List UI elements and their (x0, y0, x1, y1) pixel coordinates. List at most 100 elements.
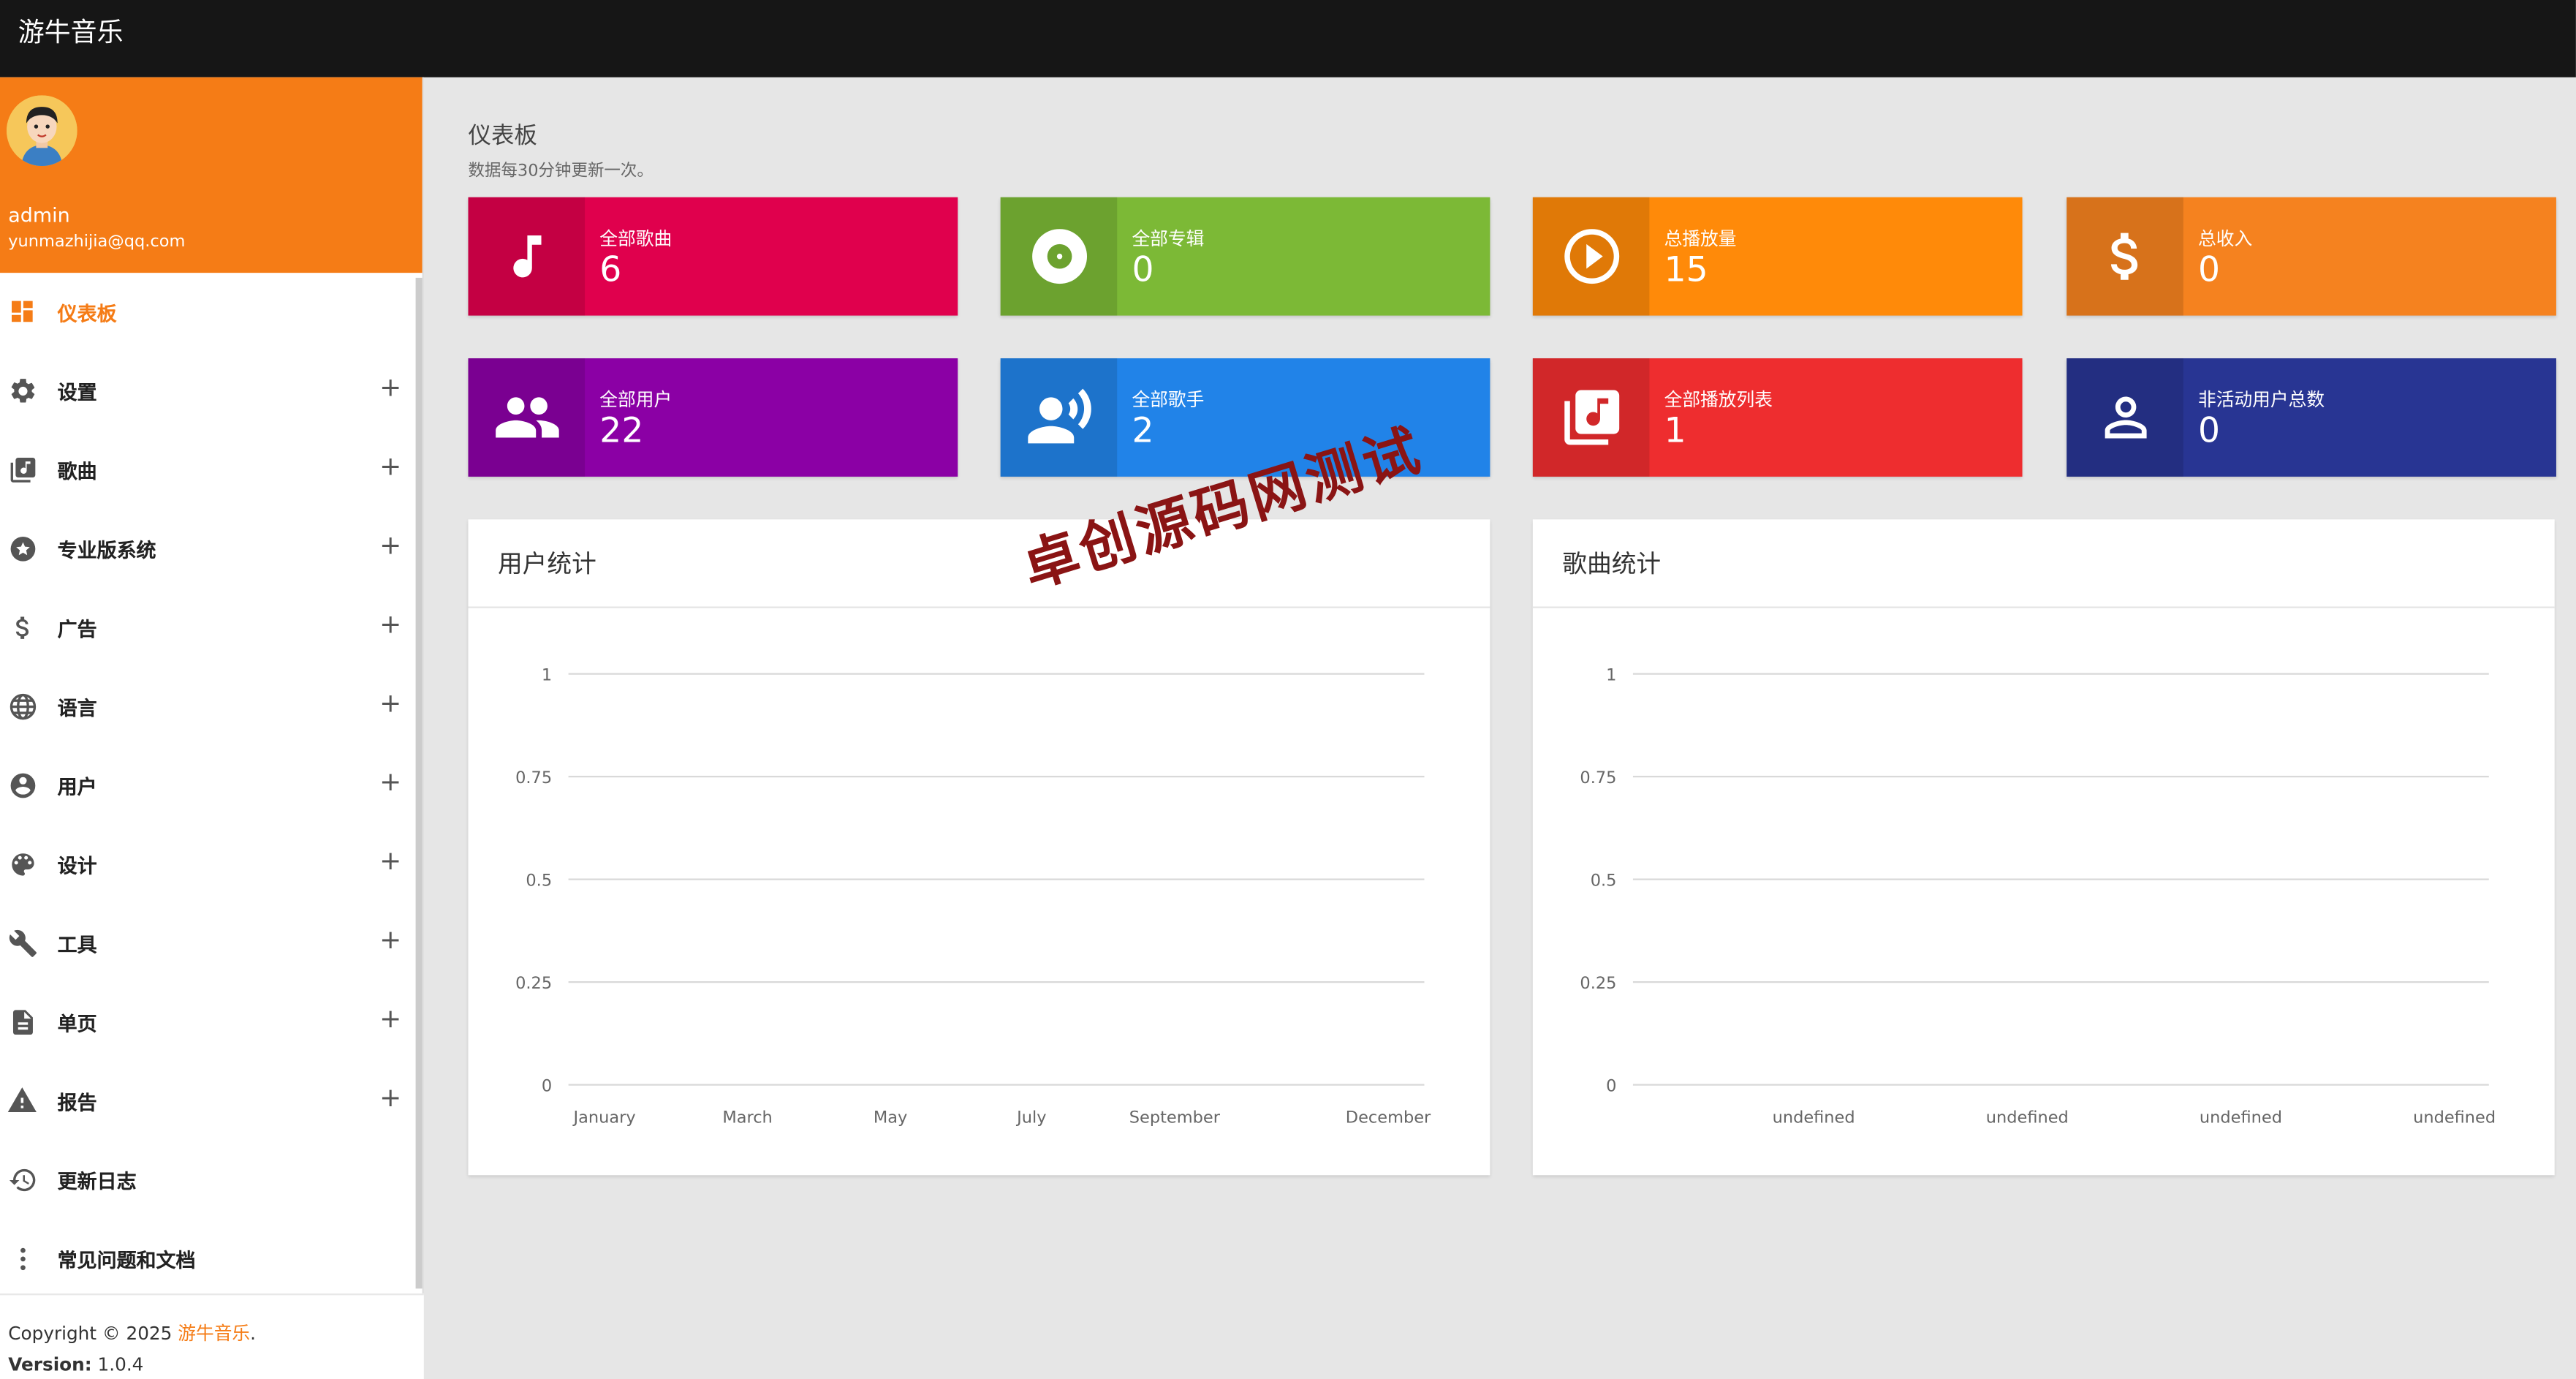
gear-icon (7, 375, 38, 407)
sidebar: admin yunmazhijia@qq.com 仪表板 设置 + 歌曲 + 专… (0, 77, 424, 1379)
x-tick-label: undefined (2413, 1108, 2496, 1127)
dashboard-icon (7, 296, 38, 328)
dollar-icon (2067, 197, 2183, 316)
song-stats-chart: 0 0.25 0.5 0.75 1 undefined undefined undefined… (1580, 666, 2496, 1127)
x-tick-label: December (1346, 1108, 1431, 1127)
expand-icon[interactable]: + (379, 845, 401, 876)
sidebar-item-label: 设计 (57, 854, 97, 878)
sidebar-item-tools[interactable]: 工具 + (0, 904, 424, 983)
stat-label: 总收入 (2198, 228, 2253, 250)
stat-label: 全部用户 (599, 389, 673, 411)
sidebar-item-label: 广告 (57, 618, 97, 641)
playlist-icon (1532, 358, 1650, 477)
document-icon (7, 1006, 38, 1038)
sidebar-item-label: 常见问题和文档 (57, 1249, 196, 1272)
sidebar-item-dashboard[interactable]: 仪表板 (0, 273, 424, 352)
x-tick-label: undefined (1773, 1108, 1855, 1127)
wrench-icon (7, 927, 38, 959)
expand-icon[interactable]: + (379, 450, 401, 482)
y-tick-label: 0.75 (1580, 768, 1616, 787)
sidebar-item-label: 工具 (57, 933, 97, 957)
x-tick-label: March (722, 1108, 772, 1127)
y-tick-label: 0 (542, 1077, 552, 1096)
play-circle-icon (1532, 197, 1650, 316)
globe-icon (7, 690, 38, 722)
sidebar-item-ads[interactable]: 广告 + (0, 589, 424, 668)
x-tick-label: undefined (1986, 1108, 2069, 1127)
sidebar-item-label: 用户 (57, 776, 97, 799)
y-tick-label: 0.25 (1580, 974, 1616, 993)
stat-value: 0 (1132, 249, 1154, 290)
page-title: 仪表板 (468, 123, 537, 150)
sidebar-item-settings[interactable]: 设置 + (0, 352, 424, 431)
sidebar-item-language[interactable]: 语言 + (0, 668, 424, 747)
star-badge-icon (7, 532, 38, 564)
sidebar-item-label: 更新日志 (57, 1170, 137, 1193)
expand-icon[interactable]: + (379, 687, 401, 719)
song-stats-panel: 歌曲统计 0 0.25 0.5 0.75 1 undefined undefined unde… (1532, 519, 2555, 1176)
more-vertical-icon (7, 1242, 38, 1274)
sidebar-item-label: 歌曲 (57, 460, 97, 483)
users-icon (468, 358, 586, 477)
music-note-icon (468, 197, 586, 316)
stat-card-inactive-users[interactable]: 非活动用户总数 0 (2067, 358, 2556, 477)
stat-label: 全部歌手 (1132, 389, 1205, 411)
stat-card-all-albums[interactable]: 全部专辑 0 (1000, 197, 1490, 316)
expand-icon[interactable]: + (379, 766, 401, 798)
stat-label: 总播放量 (1664, 228, 1737, 250)
sidebar-scrollbar[interactable] (415, 277, 423, 1289)
top-bar: 游牛音乐 (0, 0, 2576, 78)
expand-icon[interactable]: + (379, 608, 401, 640)
stat-label: 全部歌曲 (599, 228, 673, 250)
y-tick-label: 0.5 (1591, 872, 1617, 891)
stat-card-all-songs[interactable]: 全部歌曲 6 (468, 197, 958, 316)
expand-icon[interactable]: + (379, 371, 401, 403)
disc-icon (1000, 197, 1118, 316)
app-window: 游牛音乐 admin yunmazhijia@qq.com 仪表板 设置 + 歌… (0, 0, 2576, 1379)
stat-card-total-revenue[interactable]: 总收入 0 (2067, 197, 2556, 316)
sidebar-item-label: 设置 (57, 381, 97, 404)
sidebar-item-label: 单页 (57, 1012, 97, 1036)
sidebar-item-changelog[interactable]: 更新日志 (0, 1141, 424, 1220)
copyright-dot: . (250, 1323, 256, 1345)
version: Version: 1.0.4 (8, 1354, 143, 1375)
version-label: Version: (8, 1354, 92, 1376)
stat-value: 15 (1664, 249, 1708, 290)
sidebar-item-songs[interactable]: 歌曲 + (0, 431, 424, 510)
sidebar-item-design[interactable]: 设计 + (0, 825, 424, 904)
stat-card-all-users[interactable]: 全部用户 22 (468, 358, 958, 477)
stat-value: 1 (1664, 410, 1686, 450)
sidebar-item-pro-system[interactable]: 专业版系统 + (0, 510, 424, 589)
user-stats-panel: 用户统计 0 0.25 0.5 0.75 1 January March May July Sep… (468, 519, 1490, 1176)
sidebar-menu: 仪表板 设置 + 歌曲 + 专业版系统 + 广告 + 语言 + 用户 + 设计 … (0, 273, 424, 1299)
stat-value: 22 (599, 410, 644, 450)
history-icon (7, 1164, 38, 1195)
avatar[interactable] (6, 95, 77, 167)
copyright: Copyright © 2025 游牛音乐. (8, 1320, 256, 1346)
sidebar-item-label: 报告 (57, 1091, 97, 1115)
sidebar-item-pages[interactable]: 单页 + (0, 983, 424, 1062)
version-value: 1.0.4 (91, 1354, 144, 1376)
app-title[interactable]: 游牛音乐 (18, 10, 124, 49)
y-tick-label: 0 (1606, 1077, 1616, 1096)
stat-label: 全部专辑 (1132, 228, 1205, 250)
sidebar-footer: Copyright © 2025 游牛音乐. Version: 1.0.4 (0, 1293, 424, 1379)
user-stats-chart: 0 0.25 0.5 0.75 1 January March May July Septembe… (515, 666, 1431, 1127)
x-tick-label: May (874, 1108, 907, 1127)
footer-brand-link[interactable]: 游牛音乐 (178, 1323, 250, 1345)
expand-icon[interactable]: + (379, 1002, 401, 1034)
sidebar-item-label: 语言 (57, 697, 97, 720)
singer-icon (1000, 358, 1118, 477)
expand-icon[interactable]: + (379, 529, 401, 561)
stat-value: 2 (1132, 410, 1154, 450)
stat-card-all-playlists[interactable]: 全部播放列表 1 (1532, 358, 2023, 477)
palette-icon (7, 848, 38, 880)
expand-icon[interactable]: + (379, 1081, 401, 1113)
warning-icon (7, 1085, 38, 1117)
sidebar-item-faq[interactable]: 常见问题和文档 (0, 1220, 424, 1299)
y-tick-label: 1 (1606, 666, 1616, 685)
stat-card-total-plays[interactable]: 总播放量 15 (1532, 197, 2023, 316)
expand-icon[interactable]: + (379, 923, 401, 955)
sidebar-item-users[interactable]: 用户 + (0, 747, 424, 825)
sidebar-item-reports[interactable]: 报告 + (0, 1062, 424, 1141)
